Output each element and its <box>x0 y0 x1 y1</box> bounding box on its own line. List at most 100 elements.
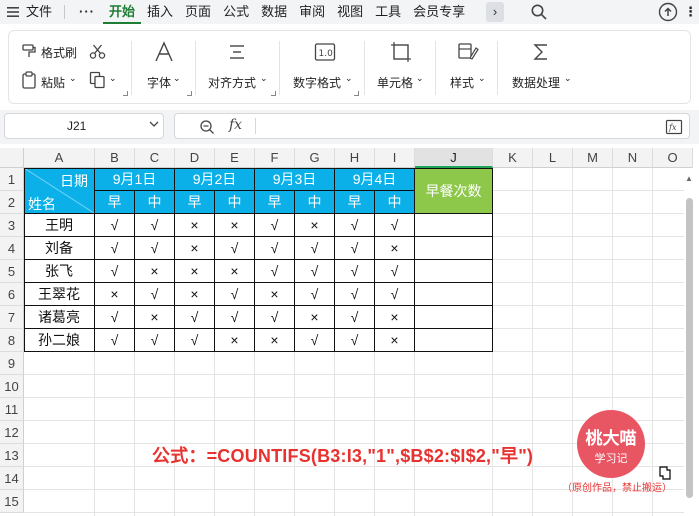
tabs-scroll-right-icon[interactable]: › <box>486 2 504 22</box>
styles-icon[interactable] <box>457 42 479 62</box>
attendance-cell[interactable]: √ <box>335 329 375 352</box>
formula-input[interactable]: fx fx <box>174 113 690 139</box>
meal-header-cell[interactable]: 中 <box>375 191 415 214</box>
number-format-icon[interactable]: 1.0 <box>314 42 336 62</box>
tab-page[interactable]: 页面 <box>179 0 217 24</box>
data-processing-button[interactable]: 数据处理 <box>512 74 560 91</box>
column-header-c[interactable]: C <box>135 148 175 168</box>
attendance-cell[interactable]: × <box>135 306 175 329</box>
scroll-up-icon[interactable]: ▲ <box>685 174 693 183</box>
attendance-cell[interactable]: √ <box>375 214 415 237</box>
align-icon[interactable] <box>227 42 247 62</box>
column-header-m[interactable]: M <box>573 148 613 168</box>
attendance-cell[interactable]: √ <box>175 329 215 352</box>
tab-data[interactable]: 数据 <box>255 0 293 24</box>
column-header-b[interactable]: B <box>95 148 135 168</box>
tab-member[interactable]: 会员专享 <box>407 0 471 24</box>
name-cell[interactable]: 张飞 <box>24 260 95 283</box>
column-header-l[interactable]: L <box>533 148 573 168</box>
date-header-cell[interactable]: 9月3日 <box>255 168 335 191</box>
breakfast-count-cell[interactable] <box>415 283 493 306</box>
number-expand-icon[interactable] <box>354 91 359 96</box>
attendance-cell[interactable]: √ <box>215 283 255 306</box>
row-header-15[interactable]: 15 <box>0 490 24 513</box>
menu-more[interactable]: ··· <box>71 0 103 24</box>
row-header-4[interactable]: 4 <box>0 237 24 260</box>
date-header-cell[interactable]: 9月4日 <box>335 168 415 191</box>
name-cell[interactable]: 刘备 <box>24 237 95 260</box>
name-cell[interactable]: 诸葛亮 <box>24 306 95 329</box>
attendance-cell[interactable]: √ <box>215 306 255 329</box>
meal-header-cell[interactable]: 早 <box>175 191 215 214</box>
tab-insert[interactable]: 插入 <box>141 0 179 24</box>
breakfast-count-cell[interactable] <box>415 260 493 283</box>
attendance-cell[interactable]: √ <box>95 260 135 283</box>
attendance-cell[interactable]: √ <box>255 306 295 329</box>
date-header-cell[interactable]: 9月2日 <box>175 168 255 191</box>
attendance-cell[interactable]: × <box>295 214 335 237</box>
row-header-11[interactable]: 11 <box>0 398 24 421</box>
row-header-1[interactable]: 1 <box>0 168 24 191</box>
tab-home[interactable]: 开始 <box>103 0 142 24</box>
paste-button[interactable]: 粘贴 <box>41 74 65 91</box>
row-header-2[interactable]: 2 <box>0 191 24 214</box>
attendance-cell[interactable]: × <box>215 214 255 237</box>
cells-icon[interactable] <box>391 42 411 62</box>
cells-button[interactable]: 单元格 <box>377 74 413 91</box>
row-header-8[interactable]: 8 <box>0 329 24 352</box>
expand-formula-icon[interactable]: fx <box>665 119 683 135</box>
attendance-cell[interactable]: × <box>295 306 335 329</box>
attendance-cell[interactable]: × <box>255 329 295 352</box>
attendance-cell[interactable]: √ <box>95 329 135 352</box>
attendance-cell[interactable]: × <box>175 283 215 306</box>
paste-dropdown-icon[interactable]: ⌄ <box>69 73 77 84</box>
menu-file[interactable]: 文件 <box>20 0 58 24</box>
name-cell[interactable]: 王明 <box>24 214 95 237</box>
menu-icon[interactable] <box>6 5 20 19</box>
column-header-e[interactable]: E <box>215 148 255 168</box>
column-header-j[interactable]: J <box>415 148 493 168</box>
breakfast-count-cell[interactable] <box>415 214 493 237</box>
name-cell[interactable]: 王翠花 <box>24 283 95 306</box>
copy-dropdown-icon[interactable]: ⌄ <box>109 73 117 84</box>
number-format-button[interactable]: 数字格式 <box>293 74 341 91</box>
attendance-cell[interactable]: √ <box>335 260 375 283</box>
attendance-cell[interactable]: √ <box>255 237 295 260</box>
fx-icon[interactable]: fx <box>229 117 242 133</box>
date-name-header-cell[interactable]: 日期 姓名 <box>24 168 95 214</box>
font-icon[interactable] <box>153 41 175 63</box>
attendance-cell[interactable]: √ <box>135 283 175 306</box>
row-header-10[interactable]: 10 <box>0 375 24 398</box>
sum-icon[interactable] <box>531 42 551 62</box>
attendance-cell[interactable]: √ <box>295 237 335 260</box>
tab-tools[interactable]: 工具 <box>369 0 407 24</box>
meal-header-cell[interactable]: 早 <box>255 191 295 214</box>
attendance-cell[interactable]: √ <box>135 214 175 237</box>
align-button[interactable]: 对齐方式 <box>208 74 256 91</box>
column-header-o[interactable]: O <box>653 148 693 168</box>
meal-header-cell[interactable]: 中 <box>215 191 255 214</box>
attendance-cell[interactable]: × <box>175 260 215 283</box>
attendance-cell[interactable]: × <box>375 306 415 329</box>
tab-view[interactable]: 视图 <box>331 0 369 24</box>
attendance-cell[interactable]: √ <box>95 237 135 260</box>
styles-dropdown-icon[interactable]: ⌄ <box>478 73 486 84</box>
column-header-k[interactable]: K <box>493 148 533 168</box>
meal-header-cell[interactable]: 早 <box>95 191 135 214</box>
row-header-9[interactable]: 9 <box>0 352 24 375</box>
cells-dropdown-icon[interactable]: ⌄ <box>416 73 424 84</box>
row-header-12[interactable]: 12 <box>0 421 24 444</box>
attendance-cell[interactable]: √ <box>375 260 415 283</box>
column-header-n[interactable]: N <box>613 148 653 168</box>
breakfast-count-cell[interactable] <box>415 237 493 260</box>
font-dropdown-icon[interactable]: ⌄ <box>173 73 181 84</box>
styles-button[interactable]: 样式 <box>450 74 474 91</box>
attendance-cell[interactable]: × <box>215 329 255 352</box>
attendance-cell[interactable]: √ <box>135 329 175 352</box>
breakfast-count-header[interactable]: 早餐次数 <box>415 168 493 214</box>
row-header-7[interactable]: 7 <box>0 306 24 329</box>
date-header-cell[interactable]: 9月1日 <box>95 168 175 191</box>
column-header-g[interactable]: G <box>295 148 335 168</box>
name-cell[interactable]: 孙二娘 <box>24 329 95 352</box>
tab-review[interactable]: 审阅 <box>293 0 331 24</box>
